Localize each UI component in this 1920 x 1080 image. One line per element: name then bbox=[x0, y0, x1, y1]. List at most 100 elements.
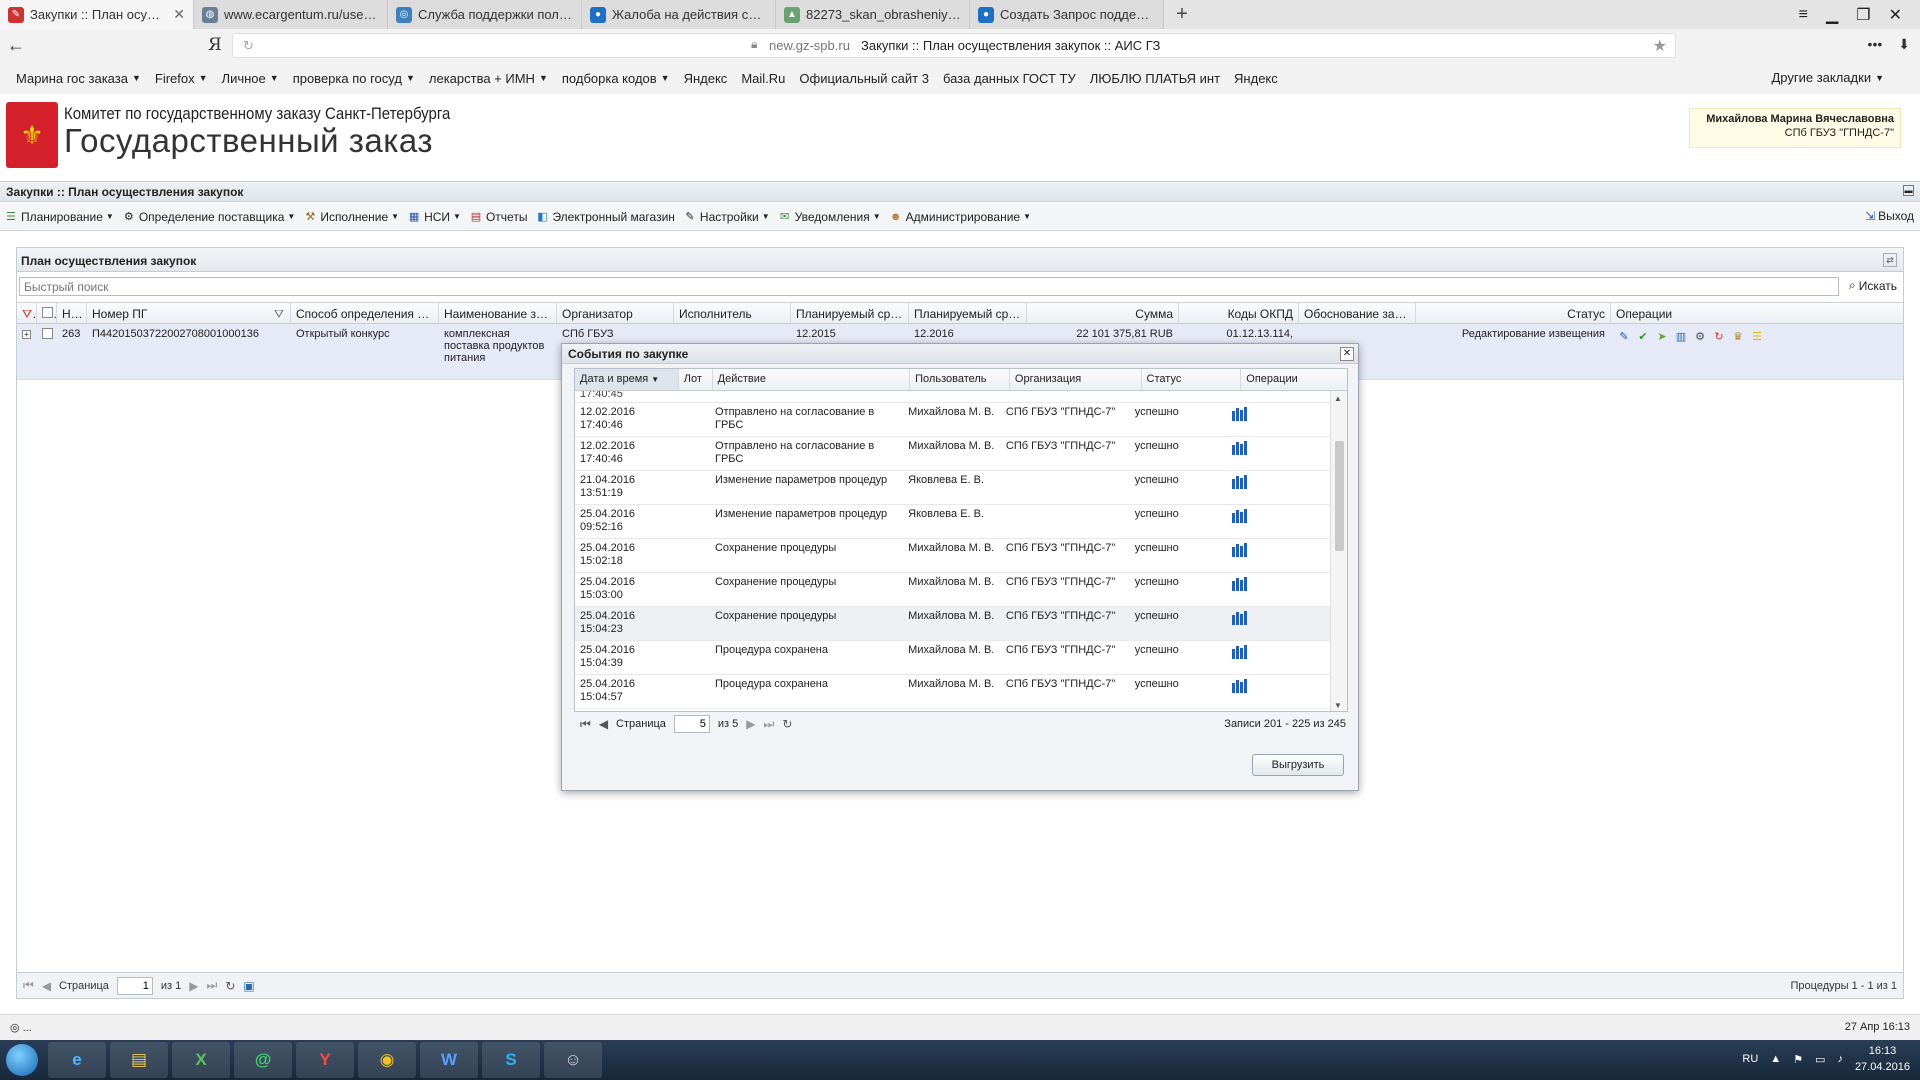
quick-search-input[interactable] bbox=[19, 277, 1839, 296]
word-icon[interactable]: W bbox=[420, 1042, 478, 1078]
browser-tab-0[interactable]: ✎ Закупки :: План осуществле ✕ bbox=[0, 0, 194, 29]
next-page-icon[interactable]: ▶ bbox=[189, 979, 198, 993]
col-datetime[interactable]: Дата и время ▼ bbox=[575, 369, 679, 390]
send-icon[interactable]: ➤ bbox=[1654, 328, 1670, 344]
save-icon[interactable]: ▣ bbox=[243, 979, 254, 993]
flag-icon[interactable]: ⚑ bbox=[1793, 1053, 1803, 1066]
exit-button[interactable]: ⇲ Выход bbox=[1865, 209, 1914, 223]
mail-agent-icon[interactable]: @ bbox=[234, 1042, 292, 1078]
col-sum[interactable]: Сумма bbox=[1027, 303, 1179, 323]
last-page-icon[interactable]: ⏭ bbox=[764, 717, 775, 732]
skype-icon[interactable]: S bbox=[482, 1042, 540, 1078]
view-details-icon[interactable] bbox=[1232, 440, 1248, 455]
more-icon[interactable]: ••• bbox=[1868, 36, 1883, 53]
page-input[interactable] bbox=[116, 976, 153, 995]
scroll-thumb[interactable] bbox=[1335, 441, 1344, 551]
last-page-icon[interactable]: ⏭ bbox=[207, 978, 218, 993]
bookmark-link[interactable]: база данных ГОСТ ТУ bbox=[943, 71, 1076, 86]
browser-tab-3[interactable]: ● Жалоба на действия сотруд bbox=[582, 0, 776, 29]
bookmark-link[interactable]: ЛЮБЛЮ ПЛАТЬЯ инт bbox=[1090, 71, 1220, 86]
col-operations[interactable]: Операции bbox=[1241, 369, 1347, 390]
col-plan-start[interactable]: Планируемый сро... bbox=[791, 303, 909, 323]
view-details-icon[interactable] bbox=[1232, 610, 1248, 625]
col-status[interactable]: Статус bbox=[1416, 303, 1611, 323]
edit-icon[interactable]: ✎ bbox=[1616, 328, 1632, 344]
back-arrow-icon[interactable]: ← bbox=[0, 35, 32, 56]
col-okpd[interactable]: Коды ОКПД bbox=[1179, 303, 1299, 323]
scrollbar[interactable]: ▲ ▼ bbox=[1330, 391, 1347, 711]
col-action[interactable]: Действие bbox=[713, 369, 911, 390]
app-icon[interactable]: ☺ bbox=[544, 1042, 602, 1078]
first-page-icon[interactable]: ⏮ bbox=[23, 978, 34, 993]
select-all-checkbox[interactable] bbox=[37, 303, 57, 323]
search-button[interactable]: ⌕ Искать bbox=[1849, 278, 1897, 293]
bookmark-folder[interactable]: Личное ▼ bbox=[222, 71, 279, 86]
browser-tab-2[interactable]: ◎ Служба поддержки пользов bbox=[388, 0, 582, 29]
menu-eshop[interactable]: ◧ Электронный магазин bbox=[535, 210, 675, 224]
col-user[interactable]: Пользователь bbox=[910, 369, 1010, 390]
prev-page-icon[interactable]: ◀ bbox=[42, 979, 51, 993]
filter-icon[interactable]: ⛛ bbox=[274, 307, 284, 322]
col-lot[interactable]: Лот bbox=[679, 369, 713, 390]
export-button[interactable]: Выгрузить bbox=[1252, 754, 1344, 776]
url-field[interactable]: ↻ 🔒︎ new.gz-spb.ru Закупки :: План осуще… bbox=[232, 33, 1676, 58]
bookmark-star-icon[interactable]: ★ bbox=[1653, 36, 1667, 56]
scroll-down-icon[interactable]: ▼ bbox=[1334, 701, 1342, 710]
row-checkbox[interactable] bbox=[37, 324, 57, 379]
menu-planning[interactable]: ☰ Планирование ▼ bbox=[4, 210, 114, 224]
collapse-icon[interactable]: ▬ bbox=[1903, 185, 1914, 196]
browser-tab-1[interactable]: ◍ www.ecargentum.ru/userupl bbox=[194, 0, 388, 29]
yandex-browser-icon[interactable]: Y bbox=[296, 1042, 354, 1078]
col-plan-number[interactable]: Номер ПГ ⛛ bbox=[87, 303, 291, 323]
col-executor[interactable]: Исполнитель bbox=[674, 303, 791, 323]
events-icon[interactable]: ☰ bbox=[1749, 328, 1765, 344]
refresh-icon[interactable]: ↻ bbox=[225, 979, 235, 993]
view-details-icon[interactable] bbox=[1232, 644, 1248, 659]
menu-reports[interactable]: ▤ Отчеты bbox=[469, 210, 528, 224]
table-row[interactable]: 25.04.2016 15:04:57 Процедура сохранена Мих… bbox=[575, 675, 1331, 709]
table-row[interactable]: 12.02.2016 17:40:46 Отправлено на согласов… bbox=[575, 437, 1331, 471]
table-row[interactable]: 25.04.2016 15:04:39 Процедура сохранена Мих… bbox=[575, 641, 1331, 675]
col-name[interactable]: Наименование зак... bbox=[439, 303, 557, 323]
view-details-icon[interactable] bbox=[1232, 576, 1248, 591]
explorer-icon[interactable]: ▤ bbox=[110, 1042, 168, 1078]
cancel-icon[interactable]: ↻ bbox=[1711, 328, 1727, 344]
page-input[interactable] bbox=[673, 715, 710, 733]
start-button[interactable] bbox=[0, 1040, 44, 1080]
close-icon[interactable]: ✕ bbox=[173, 6, 185, 23]
view-details-icon[interactable] bbox=[1232, 406, 1248, 421]
bookmark-folder[interactable]: Марина гос заказа ▼ bbox=[16, 71, 141, 86]
scroll-up-icon[interactable]: ▲ bbox=[1334, 394, 1342, 403]
tray-expand-icon[interactable]: ▲ bbox=[1770, 1053, 1781, 1065]
table-row[interactable]: 12.02.2016 17:40:46 Отправлено на согласов… bbox=[575, 403, 1331, 437]
table-row[interactable]: 25.04.2016 15:03:00 Сохранение процедуры Ми… bbox=[575, 573, 1331, 607]
table-row[interactable]: 25.04.2016 15:02:18 Сохранение процедуры Ми… bbox=[575, 539, 1331, 573]
first-page-icon[interactable]: ⏮ bbox=[580, 717, 591, 732]
view-details-icon[interactable] bbox=[1232, 508, 1248, 523]
reload-icon[interactable]: ↻ bbox=[243, 38, 254, 54]
restore-icon[interactable]: ❐ bbox=[1856, 5, 1870, 25]
col-method[interactable]: Способ определения по... bbox=[291, 303, 439, 323]
network-icon[interactable]: ▭ bbox=[1815, 1053, 1825, 1066]
bookmark-link[interactable]: Яндекс bbox=[684, 71, 728, 86]
table-row[interactable]: 25.04.2016 09:52:16 Изменение параметров п… bbox=[575, 505, 1331, 539]
col-plan-end[interactable]: Планируемый сро... bbox=[909, 303, 1027, 323]
settings-icon[interactable]: ⚙ bbox=[1692, 328, 1708, 344]
col-organizer[interactable]: Организатор bbox=[557, 303, 674, 323]
language-indicator[interactable]: RU bbox=[1742, 1053, 1758, 1065]
volume-icon[interactable]: ♪ bbox=[1837, 1053, 1843, 1065]
menu-supplier[interactable]: ⚙ Определение поставщика ▼ bbox=[122, 210, 295, 224]
clock[interactable]: 16:13 27.04.2016 bbox=[1855, 1043, 1910, 1075]
table-row[interactable]: 21.04.2016 13:51:19 Изменение параметров п… bbox=[575, 471, 1331, 505]
col-justification[interactable]: Обоснование закл... bbox=[1299, 303, 1416, 323]
close-window-icon[interactable]: ✕ bbox=[1889, 5, 1902, 25]
chrome-icon[interactable]: ◉ bbox=[358, 1042, 416, 1078]
bookmark-folder[interactable]: лекарства + ИМН ▼ bbox=[429, 71, 548, 86]
expand-row-icon[interactable]: + bbox=[17, 324, 37, 379]
bookmark-link[interactable]: Официальный сайт 3 bbox=[799, 71, 929, 86]
menu-nsi[interactable]: ▦ НСИ ▼ bbox=[407, 210, 461, 224]
browser-tab-5[interactable]: ● Создать Запрос поддержки bbox=[970, 0, 1164, 29]
excel-icon[interactable]: X bbox=[172, 1042, 230, 1078]
filter-reset-icon[interactable]: ⛛ bbox=[17, 303, 37, 323]
col-org[interactable]: Организация bbox=[1010, 369, 1142, 390]
